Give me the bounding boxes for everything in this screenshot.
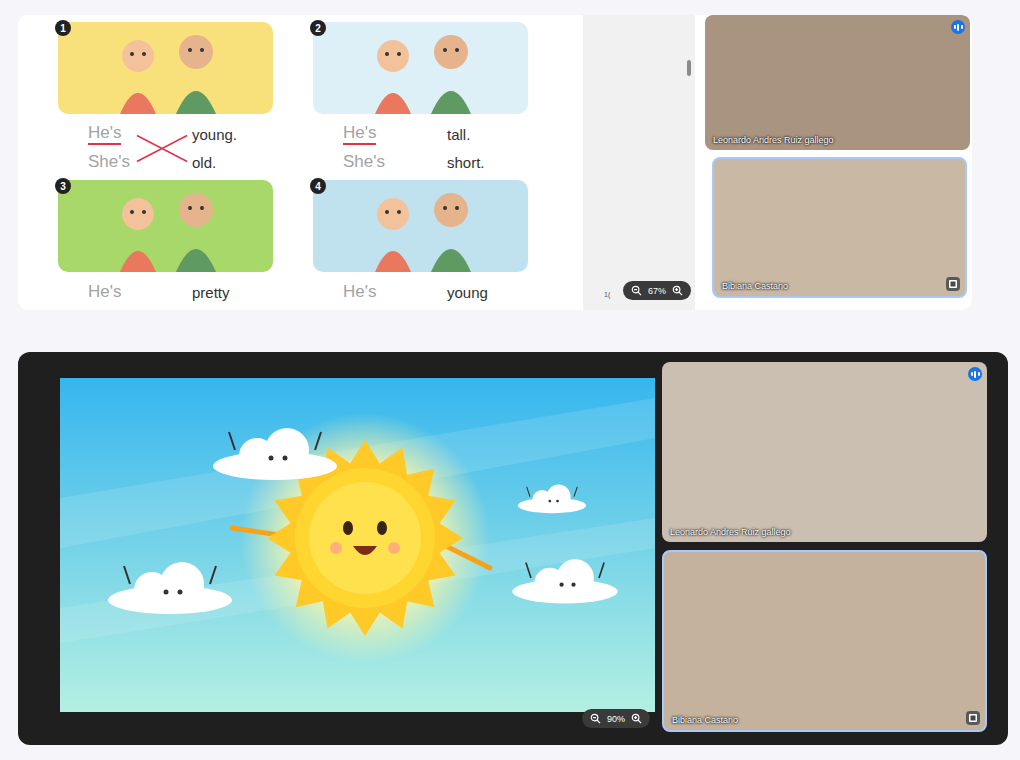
zoom-out-icon[interactable] — [590, 713, 601, 724]
subject-word: She's — [343, 152, 385, 172]
answer-row: He's pretty — [55, 278, 273, 306]
exercise-number: 2 — [310, 20, 326, 36]
adjective-word: short. — [447, 154, 530, 171]
participant-name: Bibiana Castano — [672, 715, 738, 725]
participant-tile[interactable]: Bibiana Castano — [712, 157, 967, 298]
answer-rows: He's tall. She's short. — [310, 120, 530, 176]
shared-screen: 90% — [60, 378, 655, 712]
participant-name: Leonardo Andres Ruiz gallego — [670, 527, 791, 537]
whiteboard-call-window: 90% Leonardo Andres Ruiz gallego Bibiana C… — [18, 352, 1008, 745]
adjective-word: old. — [192, 154, 273, 171]
lesson-call-window: 1 He's young. She's old. 2 He's tall. She's short… — [18, 15, 972, 310]
exercise-illustration-icon — [313, 22, 528, 114]
zoom-level: 90% — [607, 714, 625, 724]
exercise-number: 3 — [55, 178, 71, 194]
answer-row: She's short. — [310, 148, 530, 176]
exercise: 2 He's tall. She's short. — [310, 22, 530, 176]
zoom-out-icon[interactable] — [631, 285, 642, 296]
exercise-illustration-icon — [58, 22, 273, 114]
zoom-in-icon[interactable] — [631, 713, 642, 724]
subject-word: He's — [88, 123, 121, 145]
answer-rows: He's pretty — [55, 278, 273, 306]
subject-word: She's — [88, 152, 130, 172]
subject-word: He's — [343, 282, 376, 302]
adjective-word: pretty — [192, 284, 273, 301]
participant-tiles: Leonardo Andres Ruiz gallego Bibiana Cast… — [695, 15, 970, 310]
subject-word: He's — [343, 123, 376, 145]
zoom-control: 90% — [582, 709, 650, 728]
exercise: 4 He's young — [310, 180, 530, 310]
document-viewer: 1 He's young. She's old. 2 He's tall. She's short… — [18, 15, 695, 310]
expand-icon[interactable] — [966, 711, 980, 725]
participant-tiles: Leonardo Andres Ruiz gallego Bibiana Cast… — [662, 362, 987, 732]
exercise-illustration-icon — [313, 180, 528, 272]
zoom-in-icon[interactable] — [672, 285, 683, 296]
answer-rows: He's young — [310, 278, 530, 306]
exercise: 3 He's pretty — [55, 180, 273, 310]
answer-row: He's tall. — [310, 120, 530, 148]
screenshot-collage: 1 He's young. She's old. 2 He's tall. She's short… — [0, 0, 1020, 760]
participant-tile[interactable]: Leonardo Andres Ruiz gallego — [705, 15, 970, 150]
exercise-illustration-icon — [58, 180, 273, 272]
speaking-indicator-icon — [968, 367, 982, 381]
exercise-number: 4 — [310, 178, 326, 194]
participant-tile[interactable]: Leonardo Andres Ruiz gallego — [662, 362, 987, 542]
answer-row: He's young. — [55, 120, 273, 148]
exercise: 1 He's young. She's old. — [55, 22, 273, 176]
sun-cartoon-icon — [60, 378, 655, 712]
zoom-control: 67% — [623, 281, 691, 300]
viewer-background: 1( — [583, 15, 695, 310]
speaking-indicator-icon — [951, 20, 965, 34]
worksheet-page: 1 He's young. She's old. 2 He's tall. She's short… — [18, 15, 583, 310]
participant-name: Leonardo Andres Ruiz gallego — [713, 135, 834, 145]
answer-row: She's old. — [55, 148, 273, 176]
adjective-word: young. — [192, 126, 273, 143]
zoom-level: 67% — [648, 286, 666, 296]
participant-name: Bibiana Castano — [722, 281, 788, 291]
adjective-word: tall. — [447, 126, 530, 143]
participant-tile[interactable]: Bibiana Castano — [662, 550, 987, 732]
expand-icon[interactable] — [946, 277, 960, 291]
answer-rows: He's young. She's old. — [55, 120, 273, 176]
adjective-word: young — [447, 284, 530, 301]
matching-lines-icon — [135, 120, 189, 176]
page-number: 1( — [604, 291, 610, 298]
exercise-number: 1 — [55, 20, 71, 36]
answer-row: He's young — [310, 278, 530, 306]
scrollbar[interactable] — [687, 60, 691, 76]
subject-word: He's — [88, 282, 121, 302]
